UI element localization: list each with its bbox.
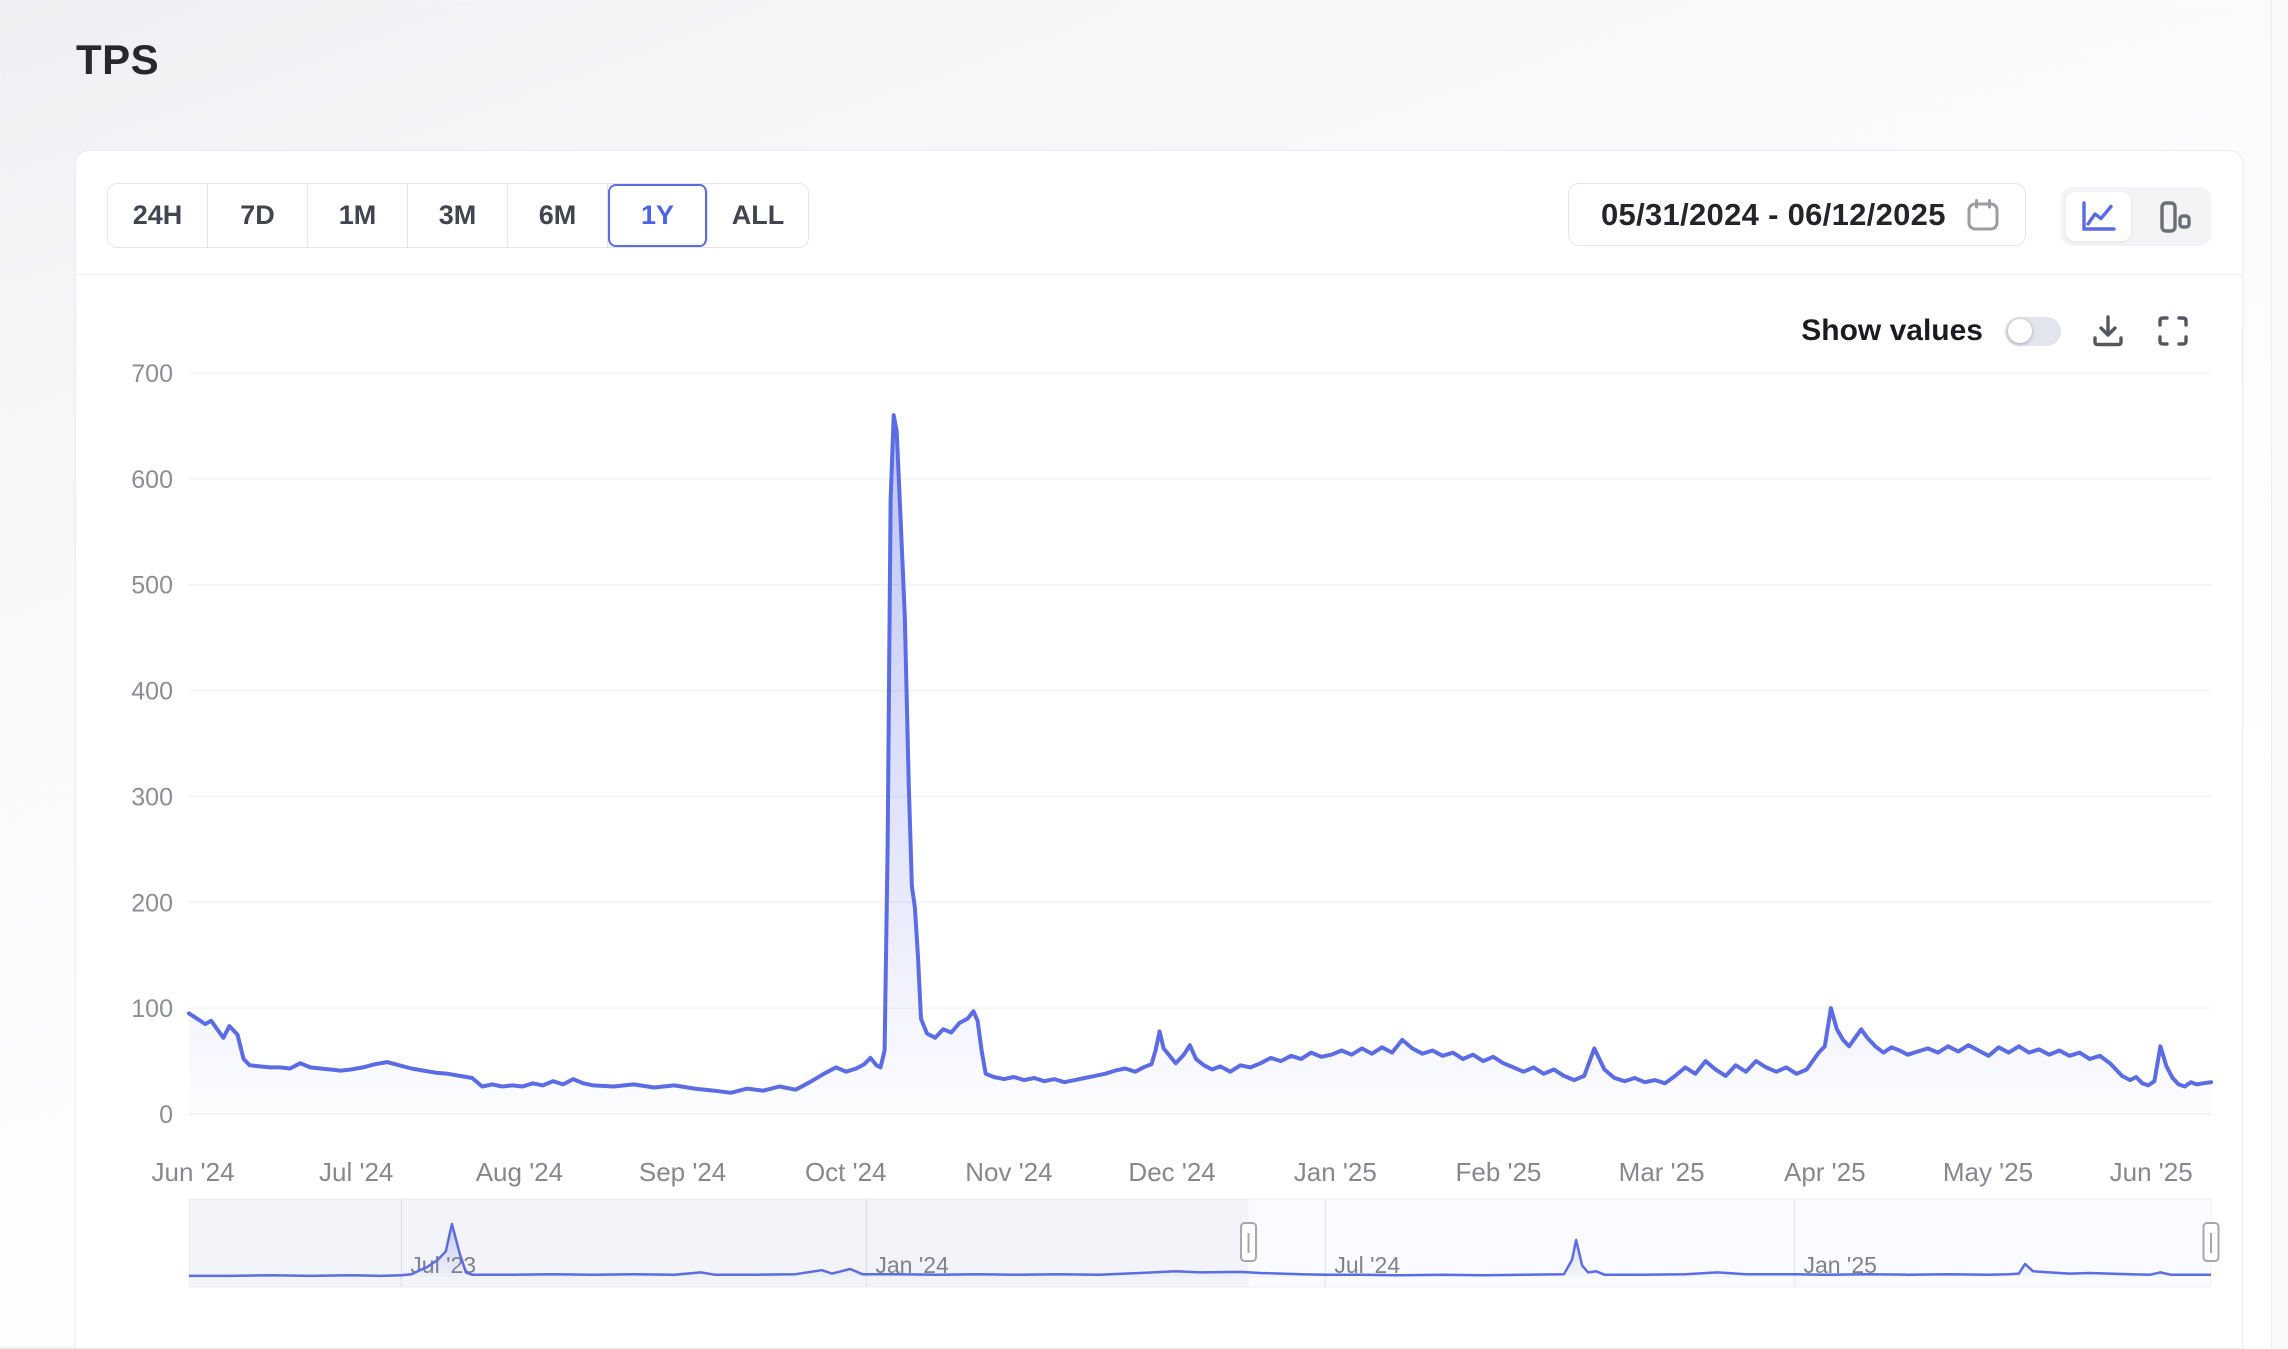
x-axis-label: Oct '24 (805, 1157, 887, 1187)
range-button-7d[interactable]: 7D (208, 184, 308, 247)
y-axis-tick: 300 (131, 783, 173, 811)
chart-canvas[interactable]: 0 100 200 300 400 500 600 700 Jun '24 Jul '24 Aug … (81, 291, 2239, 1347)
x-axis-label: Apr '25 (1784, 1157, 1866, 1187)
page-title: TPS (76, 36, 159, 84)
x-axis-label: Jul '24 (319, 1157, 393, 1187)
chart-type-toggle (2061, 187, 2211, 246)
y-axis-tick: 400 (131, 678, 173, 706)
area-fill (189, 415, 2211, 1114)
date-range-picker[interactable]: 05/31/2024 - 06/12/2025 (1568, 183, 2026, 246)
x-axis-label: Dec '24 (1128, 1157, 1215, 1187)
x-axis-label: Jun '24 (152, 1157, 235, 1187)
y-axis-tick: 700 (131, 360, 173, 388)
date-range-value: 05/31/2024 - 06/12/2025 (1601, 197, 1946, 233)
brush-handle-right[interactable] (2204, 1223, 2219, 1261)
range-button-24h[interactable]: 24H (108, 184, 208, 247)
x-axis-label: Aug '24 (476, 1157, 563, 1187)
brush-handle-left[interactable] (1241, 1223, 1256, 1261)
x-axis-label: Feb '25 (1455, 1157, 1541, 1187)
line-chart-icon (2080, 200, 2118, 234)
x-axis-label: May '25 (1943, 1157, 2033, 1187)
chart-card: 24H 7D 1M 3M 6M 1Y ALL 05/31/2024 - 06/1… (75, 150, 2243, 1349)
x-axis-label: Jun '25 (2110, 1157, 2193, 1187)
x-axis-label: Sep '24 (639, 1157, 726, 1187)
header-divider (76, 274, 2242, 275)
navigator-unselected-region (189, 1199, 1249, 1287)
range-button-1m[interactable]: 1M (308, 184, 408, 247)
range-button-6m[interactable]: 6M (508, 184, 608, 247)
y-axis-tick: 200 (131, 889, 173, 917)
range-button-1y[interactable]: 1Y (608, 184, 708, 247)
scrollbar[interactable] (2271, 0, 2288, 1347)
y-axis-tick: 100 (131, 995, 173, 1023)
chart-type-line-button[interactable] (2066, 192, 2131, 241)
chart-controls-row: 24H 7D 1M 3M 6M 1Y ALL 05/31/2024 - 06/1… (76, 151, 2242, 274)
calendar-icon (1965, 197, 2001, 233)
chart-type-bar-button[interactable] (2141, 192, 2206, 241)
time-range-group: 24H 7D 1M 3M 6M 1Y ALL (107, 183, 809, 248)
x-axis-label: Mar '25 (1619, 1157, 1705, 1187)
tps-line-series (189, 415, 2211, 1093)
x-axis-label: Jan '25 (1294, 1157, 1377, 1187)
y-axis-tick: 0 (159, 1101, 173, 1129)
y-axis-tick: 600 (131, 466, 173, 494)
navigator[interactable]: Jul '23Jan '24Jul '24Jan '25 (189, 1199, 2219, 1287)
range-button-3m[interactable]: 3M (408, 184, 508, 247)
y-axis-tick: 500 (131, 572, 173, 600)
bar-chart-icon (2154, 199, 2194, 235)
range-button-all[interactable]: ALL (708, 184, 808, 247)
x-axis-label: Nov '24 (965, 1157, 1052, 1187)
